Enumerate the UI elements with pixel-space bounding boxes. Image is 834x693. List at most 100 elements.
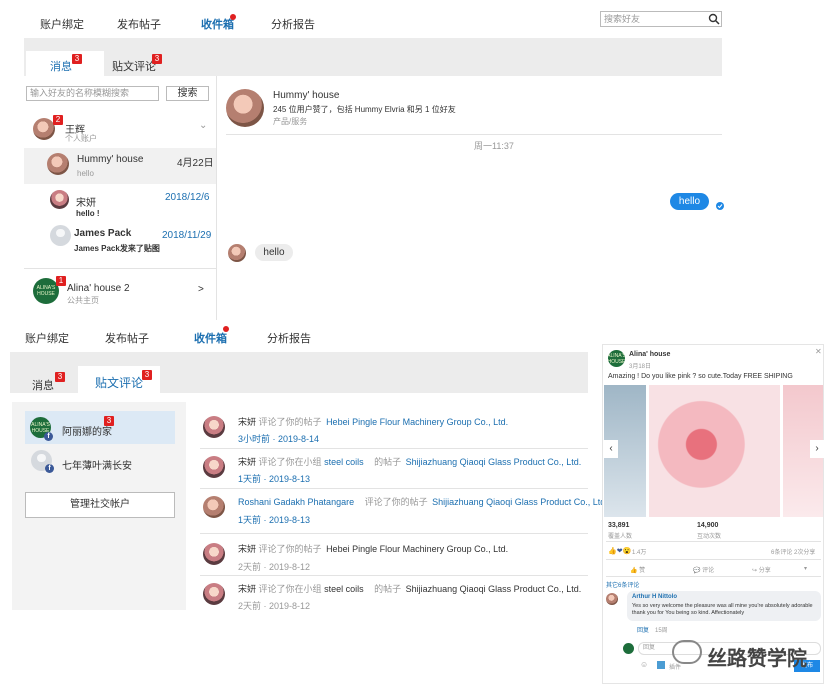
comment-avatar <box>203 543 225 565</box>
dropdown-icon[interactable]: ▾ <box>804 565 807 572</box>
messages-badge: 3 <box>55 372 65 382</box>
chat-contact-category: 产品/服务 <box>273 117 308 126</box>
conversation-avatar <box>50 225 71 246</box>
conversation-date: 4月22日 <box>177 158 214 169</box>
reach-label: 覆盖人数 <box>608 534 633 540</box>
row-divider <box>200 575 588 576</box>
conversation-preview: James Pack发来了贴图 <box>74 244 160 253</box>
nav-inbox[interactable]: 收件箱 <box>194 330 227 346</box>
comment-time: 1天前 · 2019-8-13 <box>238 515 311 525</box>
messages-badge: 3 <box>72 54 82 64</box>
nav-account-binding[interactable]: 账户绑定 <box>25 330 69 346</box>
conversation-preview: hello ! <box>76 209 100 218</box>
commenter-avatar <box>606 593 618 605</box>
nav-analytics-report[interactable]: 分析报告 <box>271 16 315 32</box>
like-button[interactable]: 👍 赞 <box>630 565 645 574</box>
nav-inbox[interactable]: 收件箱 <box>201 16 234 32</box>
account-badge: 3 <box>104 416 114 426</box>
received-avatar <box>228 244 246 262</box>
carousel-next-icon[interactable]: › <box>810 440 824 458</box>
chat-timestamp: 周一11:37 <box>474 141 514 151</box>
post-date: 3月18日 <box>629 364 652 370</box>
nav-publish-post[interactable]: 发布帖子 <box>105 330 149 346</box>
row-divider <box>200 533 588 534</box>
list-divider <box>24 268 216 269</box>
comment-avatar <box>203 416 225 438</box>
chat-contact-avatar <box>226 89 264 127</box>
comment-avatar <box>203 583 225 605</box>
comments-badge: 3 <box>152 54 162 64</box>
friend-name-search-input[interactable]: 输入好友的名称模糊搜索 <box>26 86 159 101</box>
tab-messages[interactable]: 消息 <box>26 51 104 76</box>
comment-item[interactable]: Roshani Gadakh Phatangare 评论了你的帖子 Shijia… <box>238 495 605 508</box>
account-badge-alina: 1 <box>56 276 66 286</box>
account-avatar-wanghui <box>33 118 55 140</box>
carousel-prev-icon[interactable]: ‹ <box>604 440 618 458</box>
row-divider <box>200 448 588 449</box>
manage-social-accounts-button[interactable]: 管理社交帐户 <box>25 492 175 518</box>
engagement-label: 互动次数 <box>697 534 722 540</box>
comment-avatar <box>203 456 225 478</box>
tab-messages[interactable]: 消息 <box>32 377 54 393</box>
conversation-name: Hummy' house <box>77 154 144 165</box>
chat-contact-name: Hummy' house <box>273 90 340 101</box>
reply-link[interactable]: 回复 <box>637 625 649 634</box>
wechat-icon <box>672 640 702 664</box>
comment-text: Yes so very welcome the pleasure was all… <box>632 603 813 616</box>
inbox-notification-dot <box>230 14 236 20</box>
reply-time: 15周 <box>655 628 668 634</box>
conversation-date: 2018/11/29 <box>162 230 212 241</box>
account-badge-wanghui: 2 <box>53 115 63 125</box>
facebook-icon: f <box>45 464 54 473</box>
comment-time: 3小时前 · 2019-8-14 <box>238 434 320 444</box>
top-divider <box>216 76 217 320</box>
post-divider <box>606 559 821 560</box>
reactions-count: 1.4万 <box>632 550 647 556</box>
check-icon <box>716 202 724 210</box>
comment-avatar <box>203 496 225 518</box>
row-divider <box>200 488 588 489</box>
conversation-preview: hello <box>77 169 94 178</box>
comment-item[interactable]: 宋妍 评论了你的帖子 Hebei Pingle Flour Machinery … <box>238 542 508 555</box>
nav-analytics-report[interactable]: 分析报告 <box>267 330 311 346</box>
image-icon[interactable] <box>657 661 665 669</box>
reply-avatar <box>623 643 634 654</box>
account-name[interactable]: 七年薄叶满长安 <box>62 457 132 472</box>
received-message-bubble: hello <box>255 244 293 261</box>
comment-item[interactable]: 宋妍 评论了你的帖子 Hebei Pingle Flour Machinery … <box>238 415 508 428</box>
reach-count: 33,891 <box>608 522 630 529</box>
conversation-avatar <box>50 190 69 209</box>
inbox-notification-dot <box>223 326 229 332</box>
commenter-name[interactable]: Arthur H Nittolo <box>632 594 677 600</box>
post-page-name[interactable]: Alina' house <box>629 351 670 358</box>
account-name-alina[interactable]: Alina' house 2 <box>67 283 130 294</box>
post-divider <box>606 576 821 577</box>
conversation-name[interactable]: 宋妍 <box>76 194 96 209</box>
friend-search-input[interactable]: 搜索好友 <box>600 11 722 27</box>
search-icon[interactable] <box>708 13 720 25</box>
emoji-icon[interactable]: ☺ <box>640 660 648 669</box>
comment-button[interactable]: 💬 评论 <box>693 565 714 574</box>
comment-time: 2天前 · 2019-8-12 <box>238 601 311 611</box>
comment-item[interactable]: 宋妍 评论了你在小组 steel coils 的帖子 Shijiazhuang … <box>238 582 581 595</box>
conversation-name[interactable]: James Pack <box>74 228 131 239</box>
chat-divider <box>226 134 722 135</box>
share-button[interactable]: ↪ 分享 <box>752 565 771 574</box>
nav-account-binding[interactable]: 账户绑定 <box>40 16 84 32</box>
comment-time: 1天前 · 2019-8-13 <box>238 474 311 484</box>
facebook-icon: f <box>44 432 53 441</box>
post-divider <box>606 541 821 542</box>
more-comments-link[interactable]: 其它6条评论 <box>606 580 639 589</box>
close-icon[interactable]: ✕ <box>815 347 822 356</box>
chevron-down-icon[interactable]: ⌄ <box>199 120 207 131</box>
chat-contact-desc: 245 位用户赞了，包括 Hummy Elvria 和另 1 位好友 <box>273 105 456 114</box>
nav-publish-post[interactable]: 发布帖子 <box>117 16 161 32</box>
conversation-avatar <box>47 153 69 175</box>
account-type-wanghui: 个人账户 <box>65 134 97 143</box>
chevron-right-icon[interactable]: > <box>198 284 204 295</box>
comment-item[interactable]: 宋妍 评论了你在小组 steel coils 的帖子 Shijiazhuang … <box>238 455 581 468</box>
engagement-count: 14,900 <box>697 522 719 529</box>
search-button[interactable]: 搜索 <box>166 86 209 101</box>
tab-post-comments[interactable]: 贴文评论 <box>112 58 156 74</box>
comments-badge: 3 <box>142 370 152 380</box>
